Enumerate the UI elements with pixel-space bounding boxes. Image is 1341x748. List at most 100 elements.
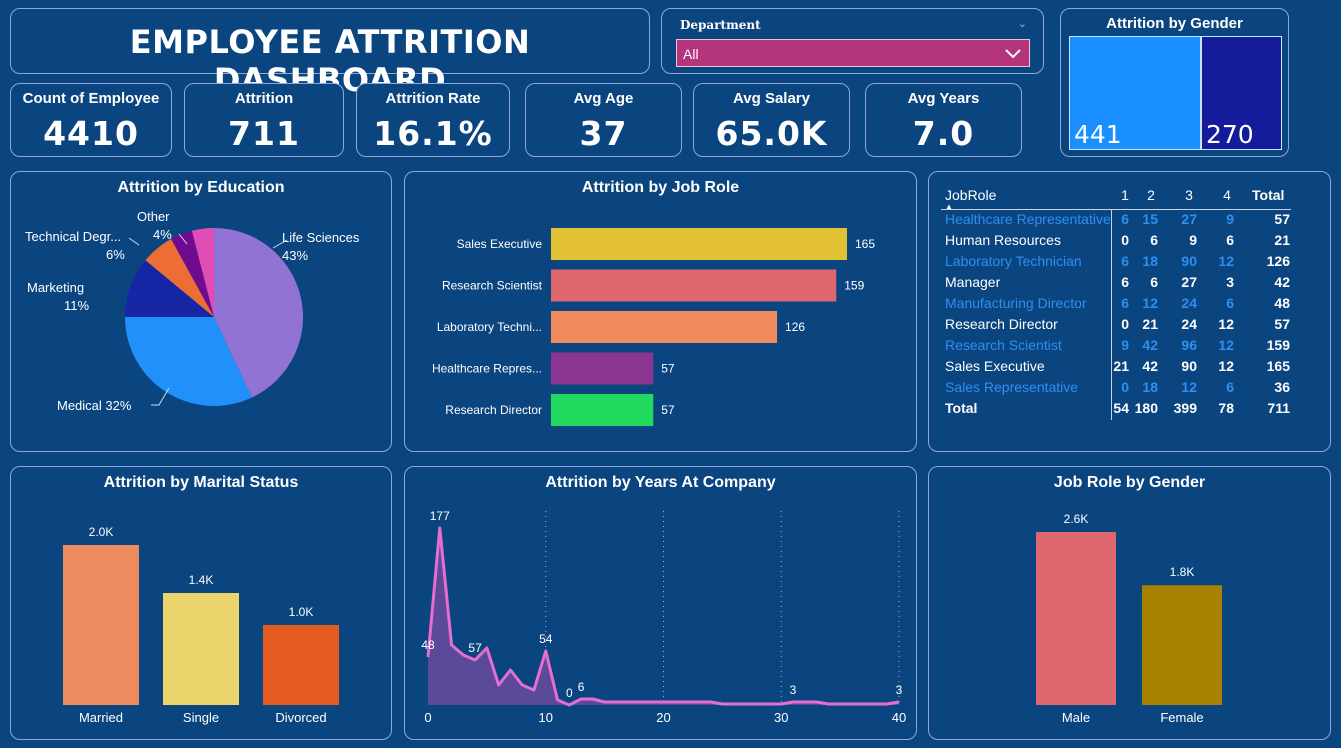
matrix-cell: 9 (1121, 337, 1129, 353)
matrix-cell: 12 (1218, 253, 1234, 269)
matrix-cell: 96 (1181, 337, 1197, 353)
marital-bar-divorced[interactable] (263, 625, 339, 705)
matrix-row-label: Sales Representative (945, 379, 1079, 395)
jobrole-value-label: 57 (661, 362, 675, 376)
years-data-label: 48 (421, 638, 435, 652)
kpi-age-card: Avg Age 37 (525, 83, 682, 157)
kpi-age-value: 37 (579, 114, 628, 153)
slicer-label: Department (680, 18, 761, 32)
jobrole-value-label: 159 (844, 279, 864, 293)
bar-category-label: Male (1062, 710, 1090, 725)
matrix-row[interactable]: Laboratory Technician 6 18 90 12 126 (941, 253, 1291, 274)
pie-pct-life-sciences: 43% (282, 248, 308, 263)
matrix-cell: 6 (1226, 295, 1234, 311)
pie-pct-technical: 6% (106, 247, 125, 262)
matrix-body: Healthcare Representative 6 15 27 9 57 Human R… (941, 211, 1291, 421)
jobrole-matrix-card: JobRole ▲ 1 2 3 4 Total Healthcare Repre… (928, 171, 1331, 452)
matrix-total-cell: 165 (1266, 358, 1290, 374)
jobrole-bar-laboratory-techni[interactable] (551, 311, 778, 343)
matrix-cell: 6 (1121, 211, 1129, 227)
pie-label-other: Other (137, 209, 170, 224)
bar-category-label: Divorced (275, 710, 326, 725)
matrix-header-row: JobRole ▲ 1 2 3 4 Total (941, 184, 1291, 211)
matrix-cell: 90 (1181, 358, 1197, 374)
matrix-header-col-4[interactable]: 4 (1220, 187, 1234, 203)
kpi-rate-value: 16.1% (373, 114, 493, 153)
jobrole-bar-research-scientist[interactable] (551, 269, 837, 302)
bar-category-label: Single (183, 710, 219, 725)
matrix-header-col-3[interactable]: 3 (1182, 187, 1196, 203)
years-data-label: 3 (896, 683, 903, 697)
matrix-row[interactable]: Sales Representative 0 18 12 6 36 (941, 379, 1291, 400)
gender-tile-male[interactable]: 441 (1069, 36, 1201, 150)
kpi-years-card: Avg Years 7.0 (865, 83, 1022, 157)
jobgender-bar-male[interactable] (1036, 532, 1116, 705)
years-data-label: 57 (468, 641, 482, 655)
matrix-cell: 24 (1181, 295, 1197, 311)
matrix-cell: 6 (1121, 295, 1129, 311)
matrix-row[interactable]: Manufacturing Director 6 12 24 6 48 (941, 295, 1291, 316)
gender-value-female: 270 (1206, 120, 1254, 149)
matrix-total-cell: 21 (1274, 232, 1290, 248)
marital-title: Attrition by Marital Status (103, 474, 299, 491)
matrix-row[interactable]: Healthcare Representative 6 15 27 9 57 (941, 211, 1291, 232)
matrix-row[interactable]: Research Scientist 9 42 96 12 159 (941, 337, 1291, 358)
kpi-attrition-value: 711 (228, 114, 300, 153)
jobrole-card: Attrition by Job Role Sales Executive 165… (404, 171, 917, 452)
sort-up-icon[interactable]: ▲ (945, 203, 953, 211)
matrix-cell: 18 (1142, 253, 1158, 269)
kpi-rate-label: Attrition Rate (385, 90, 481, 107)
matrix-cell: 78 (1218, 400, 1234, 416)
matrix-cell: 399 (1173, 400, 1197, 416)
jobgender-bar-chart: 2.6K Male 1.8K Female (1036, 512, 1222, 725)
bar-category-label: Married (79, 710, 123, 725)
pie-pct-marketing: 11% (64, 298, 89, 313)
jobgender-bar-female[interactable] (1142, 585, 1222, 705)
dropdown-selected-value: All (683, 46, 699, 62)
matrix-total-cell: 159 (1266, 337, 1290, 353)
slicer-collapse-icon[interactable]: ⌄ (1018, 17, 1027, 30)
gender-tile-female[interactable]: 270 (1201, 36, 1282, 150)
years-data-label: 177 (430, 509, 450, 523)
gender-title: Attrition by Gender (1106, 15, 1243, 32)
matrix-total-cell: 711 (1267, 400, 1290, 416)
jobrole-matrix: JobRole ▲ 1 2 3 4 Total Healthcare Repre… (941, 184, 1291, 421)
jobrole-bar-research-director[interactable] (551, 394, 654, 426)
matrix-row[interactable]: Human Resources 0 6 9 6 21 (941, 232, 1291, 253)
x-tick-label: 10 (539, 710, 553, 725)
kpi-attrition-label: Attrition (234, 90, 294, 107)
matrix-cell: 3 (1226, 274, 1234, 290)
matrix-total-row[interactable]: Total 54 180 399 78 711 (941, 400, 1291, 421)
matrix-header-col-2[interactable]: 2 (1144, 187, 1158, 203)
matrix-total-cell: 57 (1274, 211, 1290, 227)
matrix-header-jobrole[interactable]: JobRole (945, 187, 996, 203)
matrix-cell: 6 (1121, 253, 1129, 269)
matrix-row[interactable]: Research Director 0 21 24 12 57 (941, 316, 1291, 337)
matrix-header-total[interactable]: Total (1252, 187, 1284, 203)
jobrole-bar-sales-executive[interactable] (551, 228, 847, 260)
matrix-row[interactable]: Sales Executive 21 42 90 12 165 (941, 358, 1291, 379)
years-data-label: 0 (566, 686, 573, 700)
matrix-cell: 27 (1181, 274, 1197, 290)
title-card: EMPLOYEE ATTRITION DASHBOARD (10, 8, 650, 99)
matrix-row-label: Manufacturing Director (945, 295, 1087, 311)
kpi-age-label: Avg Age (573, 90, 634, 107)
matrix-total-cell: 42 (1274, 274, 1290, 290)
jobrole-bar-healthcare-repres[interactable] (551, 352, 654, 385)
matrix-cell: 6 (1226, 232, 1234, 248)
matrix-row-label: Research Director (945, 316, 1058, 332)
matrix-total-cell: 126 (1266, 253, 1290, 269)
matrix-cell: 180 (1134, 400, 1158, 416)
matrix-cell: 42 (1142, 337, 1158, 353)
matrix-row[interactable]: Manager 6 6 27 3 42 (941, 274, 1291, 295)
matrix-cell: 12 (1218, 337, 1234, 353)
marital-bar-married[interactable] (63, 545, 139, 705)
bar-category-label: Female (1160, 710, 1203, 725)
matrix-cell: 12 (1142, 295, 1158, 311)
matrix-row-label: Healthcare Representative (945, 211, 1111, 227)
matrix-header-col-1[interactable]: 1 (1118, 187, 1132, 203)
matrix-cell: 12 (1181, 379, 1197, 395)
bar-data-label: 1.0K (289, 605, 314, 619)
marital-bar-single[interactable] (163, 593, 239, 705)
department-dropdown[interactable]: All (676, 39, 1030, 67)
